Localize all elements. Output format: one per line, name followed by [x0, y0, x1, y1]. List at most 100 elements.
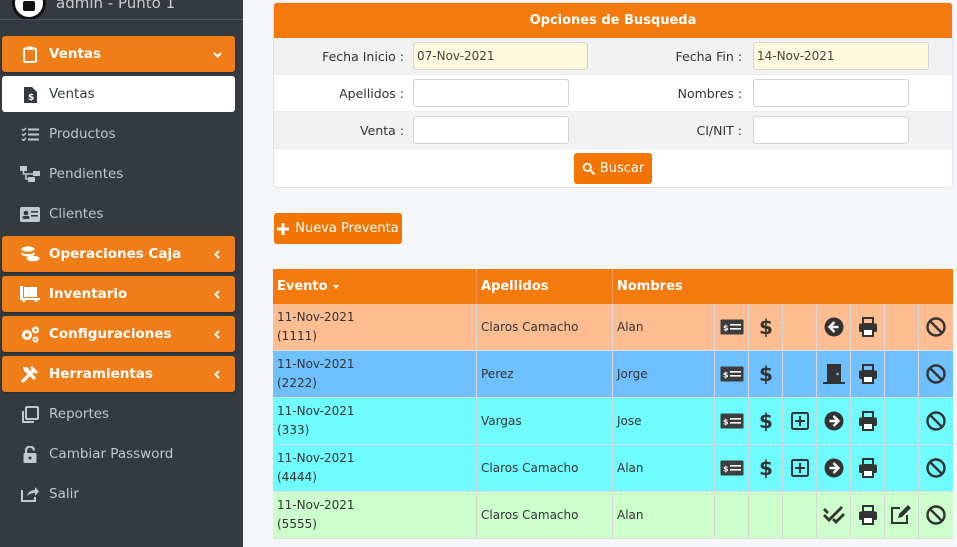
search-icon [582, 162, 595, 175]
money-bill-icon: $ [720, 413, 744, 429]
ban-action[interactable] [919, 398, 953, 444]
sidebar-item-ventas[interactable]: Ventas [2, 36, 235, 72]
svg-text:$: $ [759, 457, 773, 479]
empty-action-cell [783, 351, 817, 397]
nombres-field[interactable] [753, 79, 909, 107]
cell-nombres: Jorge [613, 351, 715, 397]
cell-nombres: Alan [613, 304, 715, 350]
chevron-left-icon [213, 287, 221, 299]
sidebar-item-salir[interactable]: Salir [2, 476, 235, 512]
dollar-action[interactable]: $ [749, 398, 783, 444]
sidebar-item-herramientas[interactable]: Herramientas [2, 356, 235, 392]
print-action[interactable] [851, 304, 885, 350]
buscar-button[interactable]: Buscar [574, 153, 652, 184]
nueva-preventa-button[interactable]: Nueva Preventa [274, 213, 402, 244]
id-card-icon [20, 205, 40, 223]
arrow-circle-right-action[interactable] [817, 445, 851, 491]
print-action[interactable] [851, 351, 885, 397]
empty-action-cell [885, 304, 919, 350]
sidebar-item-label: Pendientes [49, 166, 124, 182]
chevron-left-icon [213, 247, 221, 259]
empty-action-cell [783, 492, 817, 538]
fecha-fin-field[interactable] [753, 42, 929, 70]
cell-evento: 11-Nov-2021 (2222) [273, 351, 477, 397]
print-action[interactable] [851, 398, 885, 444]
col-evento-label: Evento [277, 279, 328, 294]
dollar-action[interactable]: $ [749, 304, 783, 350]
clipboard-icon [20, 45, 40, 63]
plus-square-action[interactable] [783, 398, 817, 444]
sidebar-item-cambiar-password[interactable]: Cambiar Password [2, 436, 235, 472]
sidebar-item-productos[interactable]: Productos [2, 116, 235, 152]
print-action[interactable] [851, 492, 885, 538]
sidebar-item-label: Productos [49, 126, 116, 142]
arrow-circle-left-icon [824, 317, 844, 337]
edit-action[interactable] [885, 492, 919, 538]
empty-action-cell [885, 445, 919, 491]
share-icon [20, 485, 40, 503]
sidebar-item-configuraciones[interactable]: Configuraciones [2, 316, 235, 352]
sidebar-item-inventario[interactable]: Inventario [2, 276, 235, 312]
money-bill-action[interactable]: $ [715, 351, 749, 397]
arrow-circle-left-action[interactable] [817, 304, 851, 350]
col-evento-header[interactable]: Evento [273, 269, 477, 304]
apellidos-field[interactable] [413, 79, 569, 107]
sidebar-item-reportes[interactable]: Reportes [2, 396, 235, 432]
venta-label: Venta : [360, 123, 404, 138]
evento-date: 11-Nov-2021 [277, 404, 355, 418]
ban-action[interactable] [919, 492, 953, 538]
evento-date: 11-Nov-2021 [277, 310, 355, 324]
cell-evento: 11-Nov-2021 (333) [273, 398, 477, 444]
dollar-action[interactable]: $ [749, 445, 783, 491]
fecha-fin-label: Fecha Fin : [675, 49, 743, 64]
cell-apellidos: Vargas [477, 398, 613, 444]
sidebar-item-label: Operaciones Caja [49, 246, 182, 262]
sidebar-item-pendientes[interactable]: Pendientes [2, 156, 235, 192]
search-row-venta: Venta : CI/NIT : [274, 112, 952, 149]
arrow-circle-right-icon [824, 411, 844, 431]
sidebar-item-clientes[interactable]: Clientes [2, 196, 235, 232]
sidebar-item-ventas[interactable]: $ Ventas [2, 76, 235, 112]
ban-icon [926, 317, 946, 337]
chevron-left-icon [213, 327, 221, 339]
col-apellidos-header[interactable]: Apellidos [477, 269, 613, 304]
money-bill-action[interactable]: $ [715, 445, 749, 491]
evento-code: (4444) [277, 470, 317, 484]
fecha-inicio-field[interactable] [413, 42, 588, 70]
edit-icon [890, 505, 913, 525]
svg-text:$: $ [723, 371, 729, 380]
brand-text: admin - Punto 1 [56, 0, 176, 12]
sidebar-item-label: Herramientas [49, 366, 153, 382]
col-nombres-header[interactable]: Nombres [613, 269, 953, 304]
check-double-action[interactable] [817, 492, 851, 538]
ban-action[interactable] [919, 445, 953, 491]
svg-text:$: $ [28, 93, 34, 103]
door-closed-action[interactable] [817, 351, 851, 397]
money-bill-action[interactable]: $ [715, 398, 749, 444]
sort-desc-icon [332, 284, 339, 289]
evento-date: 11-Nov-2021 [277, 357, 355, 371]
ci-nit-field[interactable] [753, 116, 909, 144]
arrow-circle-right-action[interactable] [817, 398, 851, 444]
sidebar-item-label: Salir [49, 486, 79, 502]
brand: admin - Punto 1 [0, 0, 243, 20]
ban-action[interactable] [919, 304, 953, 350]
brand-logo-icon [12, 0, 46, 19]
ban-action[interactable] [919, 351, 953, 397]
evento-code: (5555) [277, 517, 317, 531]
sidebar-item-label: Ventas [49, 46, 102, 62]
svg-text:$: $ [759, 410, 773, 432]
dollar-action[interactable]: $ [749, 351, 783, 397]
table-row: 11-Nov-2021 (5555) Claros Camacho Alan [273, 492, 953, 539]
table-row: 11-Nov-2021 (1111) Claros Camacho Alan $ $ [273, 304, 953, 351]
venta-field[interactable] [413, 116, 569, 144]
plus-square-action[interactable] [783, 445, 817, 491]
table-row: 11-Nov-2021 (2222) Perez Jorge $ $ [273, 351, 953, 398]
ban-icon [926, 458, 946, 478]
ban-icon [926, 364, 946, 384]
invoice-dollar-icon: $ [20, 85, 40, 103]
money-bill-action[interactable]: $ [715, 304, 749, 350]
sidebar-item-operaciones-caja[interactable]: Operaciones Caja [2, 236, 235, 272]
cell-apellidos: Perez [477, 351, 613, 397]
print-action[interactable] [851, 445, 885, 491]
